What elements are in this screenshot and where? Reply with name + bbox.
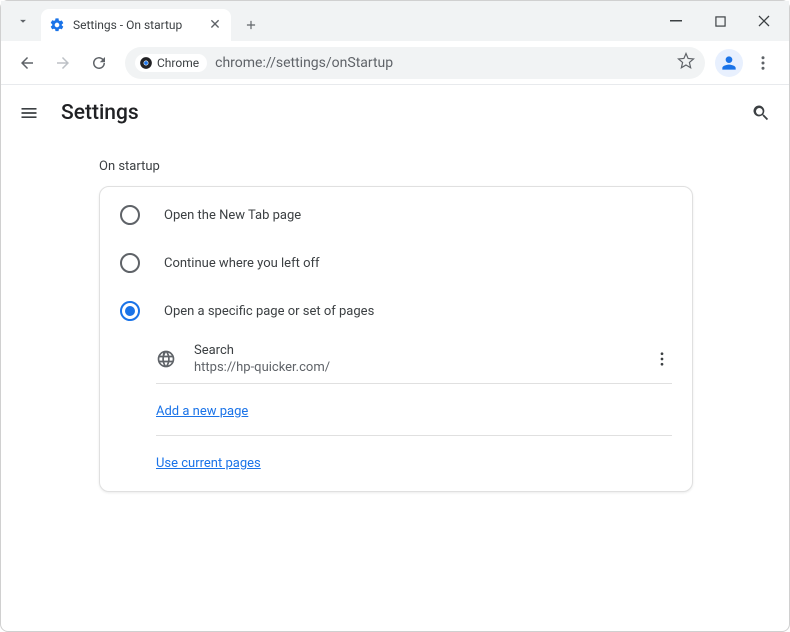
site-chip-label: Chrome	[157, 56, 199, 70]
add-page-link[interactable]: Add a new page	[156, 404, 248, 419]
browser-toolbar: Chrome chrome://settings/onStartup	[1, 41, 789, 85]
profile-button[interactable]	[715, 49, 743, 77]
use-current-link[interactable]: Use current pages	[156, 456, 261, 471]
menu-icon[interactable]	[17, 101, 41, 125]
maximize-button[interactable]	[701, 6, 739, 36]
close-window-button[interactable]	[745, 6, 783, 36]
radio-label: Continue where you left off	[164, 256, 320, 271]
tab-search-button[interactable]	[9, 7, 37, 35]
radio-label: Open a specific page or set of pages	[164, 304, 374, 319]
page-more-button[interactable]	[652, 349, 672, 369]
startup-page-row: Search https://hp-quicker.com/	[100, 335, 692, 383]
settings-content: On startup Open the New Tab page Continu…	[1, 141, 789, 492]
close-icon[interactable]: ✕	[207, 17, 223, 33]
radio-icon	[120, 205, 140, 225]
back-button[interactable]	[11, 47, 43, 79]
add-page-row: Add a new page	[100, 384, 692, 435]
page-title: Settings	[61, 101, 139, 125]
radio-specific-pages[interactable]: Open a specific page or set of pages	[100, 287, 692, 335]
startup-card: Open the New Tab page Continue where you…	[99, 186, 693, 492]
radio-icon	[120, 301, 140, 321]
bookmark-icon[interactable]	[677, 52, 695, 74]
settings-header: Settings	[1, 85, 789, 141]
tab-title: Settings - On startup	[73, 18, 199, 32]
reload-button[interactable]	[83, 47, 115, 79]
radio-open-new-tab[interactable]: Open the New Tab page	[100, 191, 692, 239]
new-tab-button[interactable]	[237, 11, 265, 39]
address-bar[interactable]: Chrome chrome://settings/onStartup	[125, 47, 705, 79]
globe-icon	[156, 349, 176, 369]
page-entry-title: Search	[194, 343, 634, 358]
site-chip[interactable]: Chrome	[135, 54, 207, 72]
url-text: chrome://settings/onStartup	[215, 55, 669, 71]
minimize-button[interactable]	[657, 6, 695, 36]
radio-icon	[120, 253, 140, 273]
browser-titlebar: Settings - On startup ✕	[1, 1, 789, 41]
browser-menu-button[interactable]	[747, 47, 779, 79]
browser-tab[interactable]: Settings - On startup ✕	[41, 9, 231, 41]
radio-label: Open the New Tab page	[164, 208, 301, 223]
settings-icon	[49, 17, 65, 33]
forward-button[interactable]	[47, 47, 79, 79]
search-icon[interactable]	[749, 101, 773, 125]
section-label: On startup	[99, 159, 789, 174]
radio-continue[interactable]: Continue where you left off	[100, 239, 692, 287]
page-entry-url: https://hp-quicker.com/	[194, 360, 634, 375]
use-current-row: Use current pages	[100, 436, 692, 487]
